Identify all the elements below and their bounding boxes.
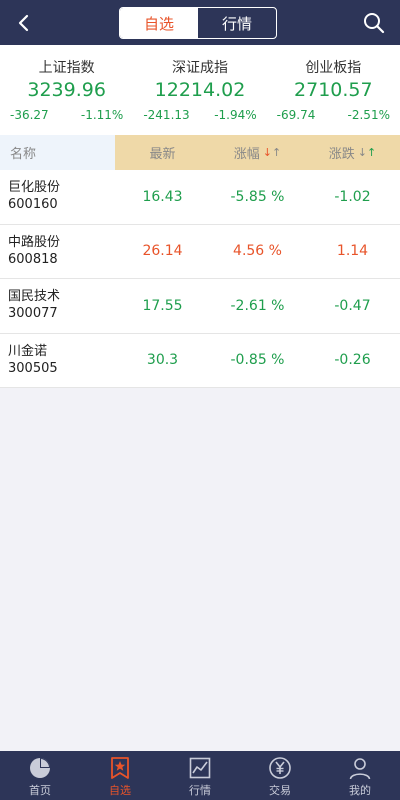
nav-label: 我的 <box>349 784 371 797</box>
yen-coin-icon <box>269 757 291 779</box>
stock-latest: 26.14 <box>142 243 183 260</box>
table-row[interactable]: 川金诺 300505 30.3 -0.85 % -0.26 <box>0 333 400 388</box>
nav-profile[interactable]: 我的 <box>320 751 400 800</box>
header-name: 名称 <box>0 135 115 170</box>
stock-latest: 17.55 <box>142 297 183 314</box>
index-change: -69.74 <box>276 108 316 122</box>
bottom-tab-bar: 首页 自选 行情 交易 我的 <box>0 751 400 800</box>
index-percent: -1.94% <box>214 108 257 122</box>
index-name: 深证成指 <box>171 60 228 76</box>
search-icon[interactable] <box>362 11 386 35</box>
sort-icon: ↓↑ <box>262 146 282 159</box>
index-value: 12214.02 <box>154 79 246 101</box>
stock-info: 巨化股份 600160 <box>0 170 115 224</box>
back-arrow-icon[interactable] <box>14 12 34 34</box>
star-bookmark-icon <box>111 757 129 779</box>
stock-change: -1.02 <box>334 188 371 205</box>
tab-market[interactable]: 行情 <box>198 8 276 38</box>
market-indices: 上证指数 3239.96 -36.27 -1.11% 深证成指 12214.02… <box>0 45 400 135</box>
stock-info: 国民技术 300077 <box>0 279 115 333</box>
nav-favorites[interactable]: 自选 <box>80 751 160 800</box>
stock-name: 国民技术 <box>8 289 61 304</box>
nav-label: 交易 <box>269 784 291 797</box>
stock-info: 川金诺 300505 <box>0 334 115 388</box>
stock-change: 1.14 <box>336 243 369 260</box>
stock-change: -0.47 <box>334 297 371 314</box>
table-header: 名称 最新 涨幅 ↓↑ 涨跌 ↓↑ <box>0 135 400 170</box>
stock-change: -0.26 <box>334 352 371 369</box>
stock-code: 600160 <box>8 197 58 212</box>
stock-percent: -0.85 % <box>230 352 285 369</box>
header-percent[interactable]: 涨幅 ↓↑ <box>210 135 305 170</box>
nav-label: 首页 <box>29 784 51 797</box>
index-percent: -1.11% <box>80 108 124 122</box>
index-change: -241.13 <box>143 108 190 122</box>
index-chinext[interactable]: 创业板指 2710.57 -69.74 -2.51% <box>267 45 400 135</box>
header-columns: 最新 涨幅 ↓↑ 涨跌 ↓↑ <box>115 135 400 170</box>
header-percent-label: 涨幅 <box>233 147 260 162</box>
nav-home[interactable]: 首页 <box>0 751 80 800</box>
stock-percent: 4.56 % <box>233 243 282 260</box>
stock-code: 600818 <box>8 251 58 267</box>
stock-percent: -5.85 % <box>230 188 285 205</box>
line-chart-icon <box>189 757 211 779</box>
stock-info: 中路股份 600818 <box>0 225 115 279</box>
index-name: 创业板指 <box>305 60 362 76</box>
index-change: -36.27 <box>10 108 49 122</box>
stock-code: 300505 <box>8 360 58 376</box>
stock-latest: 16.43 <box>142 188 183 205</box>
index-shanghai[interactable]: 上证指数 3239.96 -36.27 -1.11% <box>0 45 133 135</box>
table-row[interactable]: 国民技术 300077 17.55 -2.61 % -0.47 <box>0 279 400 334</box>
stock-code: 300077 <box>8 306 58 321</box>
nav-market[interactable]: 行情 <box>160 751 240 800</box>
stock-latest: 30.3 <box>146 352 179 369</box>
index-percent: -2.51% <box>347 108 390 122</box>
pie-chart-icon <box>30 758 50 778</box>
nav-label: 行情 <box>189 784 211 797</box>
table-row[interactable]: 巨化股份 600160 16.43 -5.85 % -1.02 <box>0 170 400 225</box>
segmented-tab-control: 自选 行情 <box>119 7 277 39</box>
nav-trade[interactable]: 交易 <box>240 751 320 800</box>
watchlist-table: 巨化股份 600160 16.43 -5.85 % -1.02 中路股份 600… <box>0 170 400 388</box>
header-change-label: 涨跌 <box>328 147 355 162</box>
sort-icon: ↓↑ <box>357 146 377 159</box>
index-value: 2710.57 <box>294 79 373 101</box>
stock-name: 巨化股份 <box>8 180 61 195</box>
stock-name: 中路股份 <box>8 234 61 250</box>
index-value: 3239.96 <box>27 79 106 101</box>
index-name: 上证指数 <box>38 60 95 76</box>
tab-favorites[interactable]: 自选 <box>120 8 198 38</box>
header-latest[interactable]: 最新 <box>115 135 210 170</box>
nav-label: 自选 <box>109 784 131 797</box>
index-shenzhen[interactable]: 深证成指 12214.02 -241.13 -1.94% <box>133 45 266 135</box>
table-row[interactable]: 中路股份 600818 26.14 4.56 % 1.14 <box>0 224 400 279</box>
stock-name: 川金诺 <box>8 343 48 359</box>
stock-percent: -2.61 % <box>230 297 285 314</box>
user-icon <box>349 758 371 780</box>
top-bar: 自选 行情 <box>0 0 400 45</box>
header-change[interactable]: 涨跌 ↓↑ <box>305 135 400 170</box>
